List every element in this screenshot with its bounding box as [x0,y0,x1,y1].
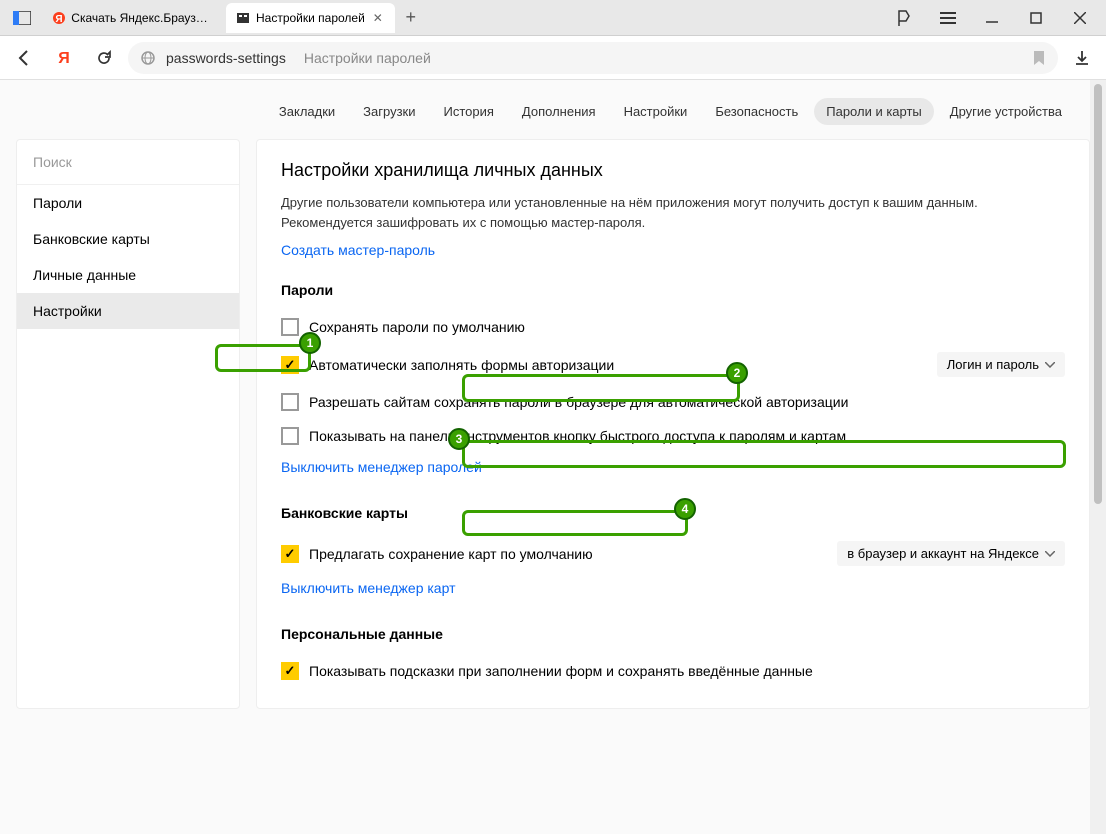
panel-heading: Настройки хранилища личных данных [281,160,1065,181]
tab-password-settings[interactable]: Настройки паролей ✕ [226,3,395,33]
omnibox[interactable]: passwords-settings Настройки паролей [128,42,1058,74]
close-icon[interactable]: ✕ [371,11,385,25]
chevron-down-icon [1045,551,1055,557]
option-label: Сохранять пароли по умолчанию [309,319,525,335]
topnav-other-devices[interactable]: Другие устройства [938,98,1074,125]
panel-toggle-icon[interactable] [10,6,34,30]
url-path: passwords-settings [166,50,286,66]
section-personal: Персональные данные [281,626,1065,642]
yandex-icon: Я [52,11,65,25]
scrollbar-thumb[interactable] [1094,84,1102,504]
option-label: Показывать на панели инструментов кнопку… [309,428,846,444]
topnav-security[interactable]: Безопасность [703,98,810,125]
sidebar-item-cards[interactable]: Банковские карты [17,221,239,257]
option-label: Автоматически заполнять формы авторизаци… [309,357,614,373]
maximize-button[interactable] [1014,3,1058,33]
menu-icon[interactable] [926,3,970,33]
create-master-password-link[interactable]: Создать мастер-пароль [281,242,435,258]
panel-desc: Другие пользователи компьютера или устан… [281,193,1065,232]
option-show-toolbar[interactable]: Показывать на панели инструментов кнопку… [281,419,1065,453]
checkbox-show-toolbar[interactable] [281,427,299,445]
svg-text:Я: Я [55,14,62,25]
checkbox-show-hints[interactable] [281,662,299,680]
disable-card-manager-link[interactable]: Выключить менеджер карт [281,580,455,596]
site-icon [140,50,156,66]
sidebar-item-settings[interactable]: Настройки [17,293,239,329]
option-label: Показывать подсказки при заполнении форм… [309,663,813,679]
downloads-button[interactable] [1066,42,1098,74]
tab-title: Настройки паролей [256,11,365,25]
option-label: Предлагать сохранение карт по умолчанию [309,546,593,562]
settings-panel: Настройки хранилища личных данных Другие… [256,139,1090,709]
search-input[interactable]: Поиск [17,140,239,185]
topnav-history[interactable]: История [432,98,506,125]
address-bar: Я passwords-settings Настройки паролей [0,36,1106,80]
topnav-settings[interactable]: Настройки [612,98,700,125]
checkbox-autofill[interactable] [281,356,299,374]
topnav-passwords-cards[interactable]: Пароли и карты [814,98,934,125]
titlebar: Я Скачать Яндекс.Браузер д Настройки пар… [0,0,1106,36]
checkbox-offer-cards[interactable] [281,545,299,563]
option-show-hints[interactable]: Показывать подсказки при заполнении форм… [281,654,1065,688]
option-label: Разрешать сайтам сохранять пароли в брау… [309,394,848,410]
close-window-button[interactable] [1058,3,1102,33]
sidebar: Поиск Пароли Банковские карты Личные дан… [16,139,240,709]
checkbox-allow-sites[interactable] [281,393,299,411]
minimize-button[interactable] [970,3,1014,33]
new-tab-button[interactable]: + [397,4,425,32]
topnav-addons[interactable]: Дополнения [510,98,608,125]
dropdown-cards-dest[interactable]: в браузер и аккаунт на Яндексе [837,541,1065,566]
scrollbar[interactable] [1090,80,1106,834]
bookmark-icon[interactable] [1032,50,1046,66]
checkbox-save-default[interactable] [281,318,299,336]
option-offer-save-cards[interactable]: Предлагать сохранение карт по умолчанию … [281,533,1065,574]
option-save-default[interactable]: Сохранять пароли по умолчанию [281,310,1065,344]
sidebar-item-label: Настройки [33,303,102,319]
content: Закладки Загрузки История Дополнения Нас… [0,80,1106,834]
tab-title: Скачать Яндекс.Браузер д [71,11,212,25]
reload-button[interactable] [88,42,120,74]
svg-text:Я: Я [58,50,70,67]
topnav-downloads[interactable]: Загрузки [351,98,427,125]
topnav-bookmarks[interactable]: Закладки [267,98,347,125]
sidebar-item-personal[interactable]: Личные данные [17,257,239,293]
dropdown-autofill-mode[interactable]: Логин и пароль [937,352,1065,377]
back-button[interactable] [8,42,40,74]
section-passwords: Пароли [281,282,1065,298]
tab-yandex-download[interactable]: Я Скачать Яндекс.Браузер д [42,3,222,33]
option-allow-sites[interactable]: Разрешать сайтам сохранять пароли в брау… [281,385,1065,419]
settings-tab-icon [236,11,250,25]
home-button[interactable]: Я [48,42,80,74]
option-autofill[interactable]: Автоматически заполнять формы авторизаци… [281,344,1065,385]
top-nav: Закладки Загрузки История Дополнения Нас… [0,80,1090,139]
bookmark-page-icon[interactable] [882,3,926,33]
chevron-down-icon [1045,362,1055,368]
sidebar-item-passwords[interactable]: Пароли [17,185,239,221]
url-title: Настройки паролей [304,50,431,66]
section-cards: Банковские карты [281,505,1065,521]
main-area: Закладки Загрузки История Дополнения Нас… [0,80,1090,834]
dropdown-value: в браузер и аккаунт на Яндексе [847,546,1039,561]
dropdown-value: Логин и пароль [947,357,1039,372]
disable-password-manager-link[interactable]: Выключить менеджер паролей [281,459,482,475]
